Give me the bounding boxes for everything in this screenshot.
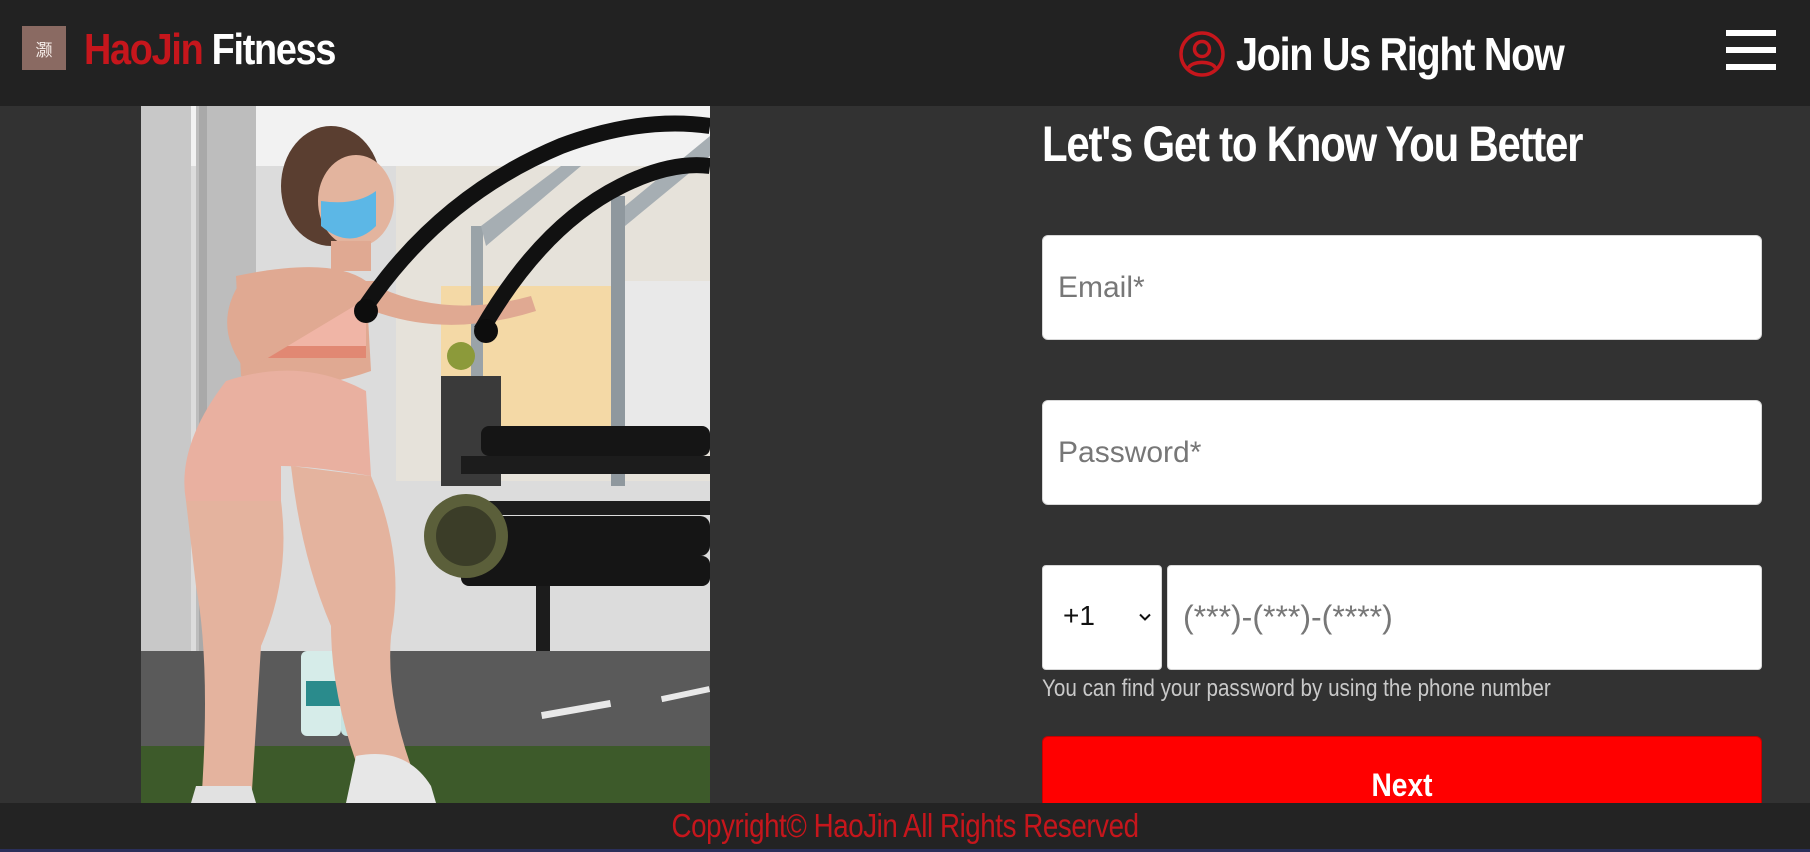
join-us-label: Join Us Right Now bbox=[1236, 28, 1565, 80]
phone-help-text: You can find your password by using the … bbox=[1042, 675, 1551, 702]
hero-photo bbox=[141, 106, 710, 803]
brand-name-part1: HaoJin bbox=[84, 25, 204, 74]
chevron-down-icon bbox=[1139, 613, 1151, 621]
header: 灏 HaoJin Fitness Join Us Right Now bbox=[0, 0, 1810, 106]
email-field[interactable] bbox=[1042, 235, 1762, 340]
copyright-text: Copyright© HaoJin All Rights Reserved bbox=[671, 807, 1139, 844]
brand-name[interactable]: HaoJin Fitness bbox=[84, 22, 337, 78]
user-circle-icon bbox=[1179, 31, 1225, 77]
brand-name-part2: Fitness bbox=[202, 25, 337, 74]
next-button-label: Next bbox=[1371, 767, 1433, 803]
country-code-select[interactable]: +1 bbox=[1042, 565, 1162, 670]
form-title: Let's Get to Know You Better bbox=[1042, 116, 1583, 172]
join-us-link[interactable]: Join Us Right Now bbox=[1178, 26, 1617, 82]
logo[interactable]: 灏 bbox=[22, 26, 66, 70]
hero-photo-illustration bbox=[141, 106, 710, 803]
country-code-value: +1 bbox=[1063, 600, 1095, 631]
hamburger-menu-icon[interactable] bbox=[1722, 28, 1778, 72]
footer: Copyright© HaoJin All Rights Reserved bbox=[0, 803, 1810, 849]
page: 灏 HaoJin Fitness Join Us Right Now Let's… bbox=[0, 0, 1810, 852]
logo-glyph: 灏 bbox=[35, 40, 53, 61]
phone-field[interactable] bbox=[1167, 565, 1762, 670]
password-field[interactable] bbox=[1042, 400, 1762, 505]
